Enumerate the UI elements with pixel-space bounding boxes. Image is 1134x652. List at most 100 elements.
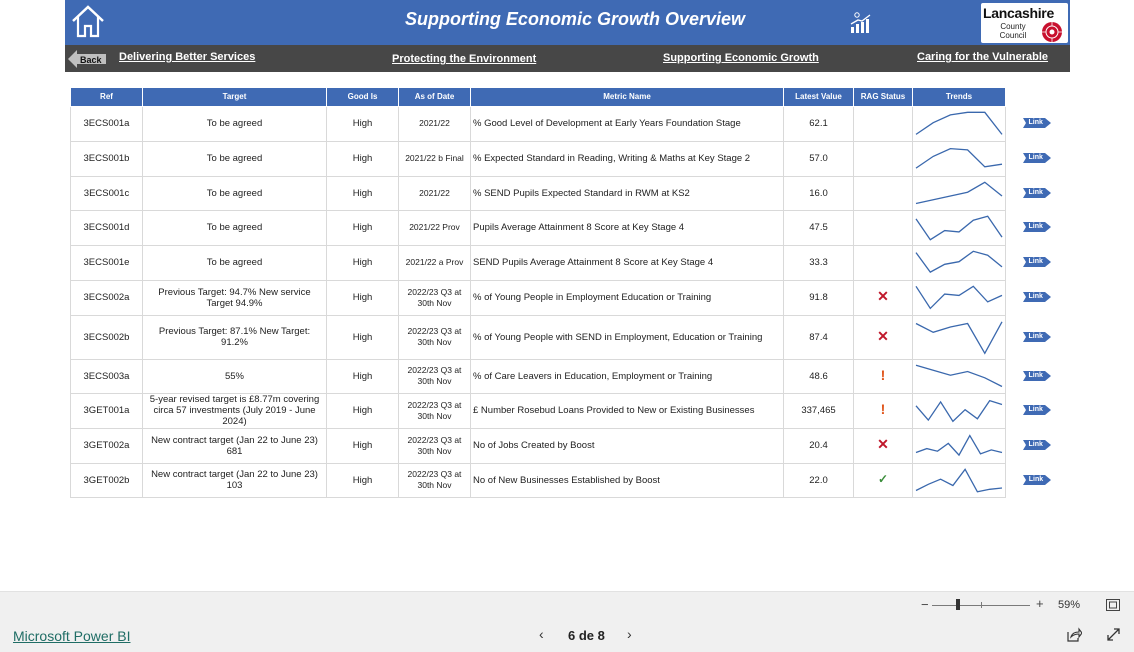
cell-metric-name: £ Number Rosebud Loans Provided to New o… <box>470 392 784 429</box>
cell-good-is: High <box>326 462 399 498</box>
trend-sparkline <box>915 320 1003 355</box>
metrics-table: Ref Target Good Is As of Date Metric Nam… <box>70 88 1068 498</box>
powerbi-brand-link[interactable]: Microsoft Power BI <box>13 628 130 644</box>
col-header-ref[interactable]: Ref <box>70 88 143 107</box>
cell-rag-status: ! <box>853 358 913 394</box>
cell-link: Link <box>1006 315 1068 359</box>
cell-rag-status: ✕ <box>853 427 913 464</box>
nav-protecting-environment[interactable]: Protecting the Environment <box>392 53 536 65</box>
cell-good-is: High <box>326 105 399 142</box>
trend-sparkline <box>915 111 1003 135</box>
cell-as-of-date: 2021/22 <box>398 175 471 211</box>
cell-target: To be agreed <box>142 175 327 211</box>
cell-ref: 3ECS001b <box>70 140 143 177</box>
link-button[interactable]: Link <box>1022 187 1051 198</box>
cell-rag-status: ✕ <box>853 314 913 360</box>
cell-good-is: High <box>326 279 399 316</box>
col-header-trends[interactable]: Trends <box>912 88 1006 107</box>
trend-line <box>915 364 1003 387</box>
cell-latest-value: 16.0 <box>783 175 854 211</box>
table-row: 3ECS001e To be agreed High 2021/22 a Prov SE… <box>70 244 1068 281</box>
cell-rag-status: ✓ <box>853 462 913 498</box>
trend-sparkline <box>915 284 1003 309</box>
cell-as-of-date: 2022/23 Q3 at 30th Nov <box>398 427 471 464</box>
cell-link: Link <box>1006 393 1068 428</box>
link-button[interactable]: Link <box>1022 370 1051 381</box>
cell-as-of-date: 2021/22 <box>398 105 471 142</box>
nav-delivering-better-services[interactable]: Delivering Better Services <box>119 51 255 63</box>
link-button[interactable]: Link <box>1022 257 1051 268</box>
cell-latest-value: 47.5 <box>783 209 854 246</box>
cell-good-is: High <box>326 244 399 281</box>
trend-sparkline <box>915 433 1003 456</box>
lancashire-logo: Lancashire County Council <box>981 3 1068 43</box>
red-cross-icon: ✕ <box>877 288 889 304</box>
cell-rag-status <box>853 244 913 281</box>
cell-metric-name: No of New Businesses Established by Boos… <box>470 462 784 498</box>
link-button[interactable]: Link <box>1022 405 1051 416</box>
cell-latest-value: 22.0 <box>783 462 854 498</box>
link-label: Link <box>1028 441 1043 449</box>
trend-line <box>915 433 1003 456</box>
col-header-metric-name[interactable]: Metric Name <box>470 88 784 107</box>
cell-target: To be agreed <box>142 140 327 177</box>
cell-latest-value: 337,465 <box>783 392 854 429</box>
link-button[interactable]: Link <box>1022 331 1051 342</box>
previous-page-button[interactable]: ‹ <box>539 626 544 642</box>
cell-trend <box>912 140 1006 177</box>
cell-latest-value: 48.6 <box>783 358 854 394</box>
trend-line <box>915 399 1003 422</box>
back-button[interactable]: Back <box>68 50 108 68</box>
trend-sparkline <box>915 364 1003 387</box>
next-page-button[interactable]: › <box>627 626 632 642</box>
zoom-in-button[interactable]: + <box>1036 596 1044 611</box>
fit-to-page-icon[interactable] <box>1106 599 1120 611</box>
trend-line <box>915 215 1003 241</box>
col-header-as-of-date[interactable]: As of Date <box>398 88 471 107</box>
cell-latest-value: 33.3 <box>783 244 854 281</box>
link-button[interactable]: Link <box>1022 222 1051 233</box>
cell-as-of-date: 2022/23 Q3 at 30th Nov <box>398 392 471 429</box>
cell-trend <box>912 358 1006 394</box>
nav-caring-for-vulnerable[interactable]: Caring for the Vulnerable <box>917 51 1048 63</box>
link-button[interactable]: Link <box>1022 292 1051 303</box>
col-header-latest-value[interactable]: Latest Value <box>783 88 854 107</box>
trend-line <box>915 181 1003 204</box>
trend-line <box>915 147 1003 169</box>
col-header-good-is[interactable]: Good Is <box>326 88 399 107</box>
nav-supporting-economic-growth[interactable]: Supporting Economic Growth <box>663 52 819 64</box>
col-header-target[interactable]: Target <box>142 88 327 107</box>
cell-rag-status: ✕ <box>853 279 913 316</box>
cell-latest-value: 62.1 <box>783 105 854 142</box>
cell-latest-value: 20.4 <box>783 427 854 464</box>
cell-target: 5-year revised target is £8.77m covering… <box>142 392 327 429</box>
cell-trend <box>912 244 1006 281</box>
cell-trend <box>912 314 1006 360</box>
section-nav: Back Delivering Better Services Protecti… <box>65 45 1070 72</box>
cell-link: Link <box>1006 463 1068 497</box>
link-button[interactable]: Link <box>1022 118 1051 129</box>
cell-ref: 3GET002a <box>70 427 143 464</box>
link-button[interactable]: Link <box>1022 440 1051 451</box>
zoom-out-button[interactable]: − <box>921 597 929 612</box>
share-icon[interactable] <box>1067 627 1082 642</box>
link-button[interactable]: Link <box>1022 153 1051 164</box>
cell-good-is: High <box>326 314 399 360</box>
red-rose-icon <box>1042 22 1062 42</box>
table-row: 3ECS001d To be agreed High 2021/22 Prov Pupi… <box>70 209 1068 246</box>
col-header-rag-status[interactable]: RAG Status <box>853 88 913 107</box>
cell-trend <box>912 175 1006 211</box>
page-indicator: 6 de 8 <box>568 628 605 643</box>
cell-link: Link <box>1006 176 1068 210</box>
amber-exclamation-icon: ! <box>880 401 886 417</box>
fullscreen-icon[interactable] <box>1107 628 1120 641</box>
cell-target: Previous Target: 94.7% New service Targe… <box>142 279 327 316</box>
cell-ref: 3ECS001a <box>70 105 143 142</box>
cell-ref: 3ECS003a <box>70 358 143 394</box>
zoom-slider-thumb[interactable] <box>956 599 960 610</box>
cell-metric-name: % Expected Standard in Reading, Writing … <box>470 140 784 177</box>
powerbi-footer: Microsoft Power BI ‹ 6 de 8 › <box>0 617 1134 652</box>
table-row: 3ECS001b To be agreed High 2021/22 b Final%… <box>70 140 1068 177</box>
link-label: Link <box>1028 119 1043 127</box>
link-button[interactable]: Link <box>1022 474 1051 485</box>
